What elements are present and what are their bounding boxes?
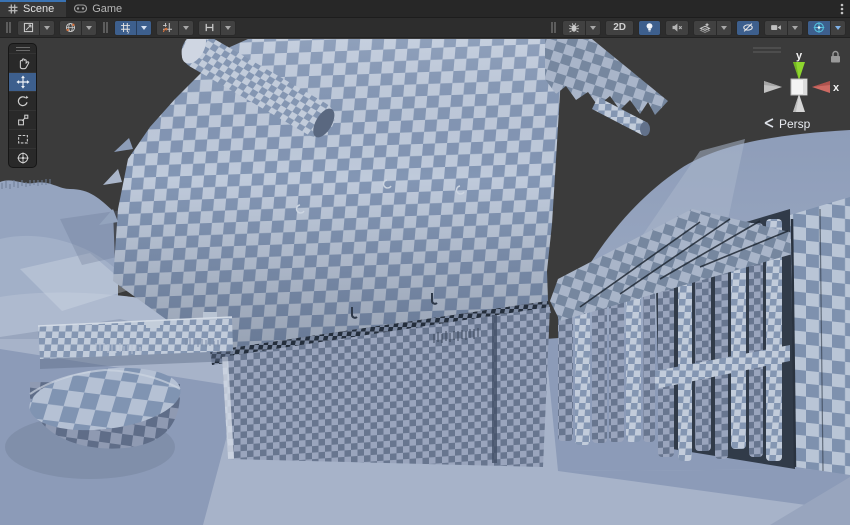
gizmo-neg-y-axis[interactable] xyxy=(793,94,805,112)
grid-icon xyxy=(8,4,18,14)
gizmo-cube[interactable] xyxy=(791,79,807,95)
snap-increment-caret[interactable] xyxy=(178,21,193,35)
debug-mode-caret[interactable] xyxy=(585,21,600,35)
lock-icon[interactable] xyxy=(831,52,840,63)
snap-bars-icon[interactable] xyxy=(199,21,220,35)
svg-text:y: y xyxy=(127,30,130,34)
scene-visibility-button[interactable] xyxy=(736,20,760,36)
overlay-drag-handle[interactable] xyxy=(551,22,556,33)
gizmo-y-axis[interactable]: y xyxy=(793,50,805,80)
persp-arrow-icon xyxy=(765,119,773,127)
overlay-drag-handle[interactable] xyxy=(103,22,108,33)
scale-arrow-icon xyxy=(16,113,30,127)
draw-mode-button[interactable] xyxy=(17,20,55,36)
audio-button[interactable] xyxy=(665,20,689,36)
tab-label: Game xyxy=(92,3,122,15)
grid-visibility-caret[interactable] xyxy=(136,21,151,35)
camera-settings-caret[interactable] xyxy=(787,21,802,35)
transform-tool-button[interactable] xyxy=(9,148,36,167)
move-tool-button[interactable] xyxy=(9,72,36,91)
gizmo-crosshair-icon[interactable] xyxy=(808,21,830,35)
kebab-menu-icon[interactable] xyxy=(834,0,850,17)
gizmo-x-axis[interactable]: x xyxy=(812,81,840,94)
projection-toggle[interactable]: Persp xyxy=(765,117,811,131)
x-axis-label: x xyxy=(833,82,840,94)
tab-game[interactable]: Game xyxy=(66,0,134,17)
move-snap-caret[interactable] xyxy=(220,21,235,35)
tools-drag-handle[interactable] xyxy=(9,44,36,53)
gamepad-icon xyxy=(74,4,87,13)
camera-settings-button[interactable] xyxy=(764,20,803,36)
gizmo-drag-handle[interactable] xyxy=(753,48,781,52)
debug-mode-button[interactable] xyxy=(562,20,601,36)
rotate-tool-button[interactable] xyxy=(9,91,36,110)
curved-plank-wall[interactable] xyxy=(790,197,850,475)
move-arrows-icon xyxy=(16,75,30,89)
tab-label: Scene xyxy=(23,3,54,15)
tab-scene[interactable]: Scene xyxy=(0,0,66,17)
globe-icon[interactable] xyxy=(60,21,81,35)
scene-overlays-caret[interactable] xyxy=(81,21,96,35)
snap-increment-button[interactable] xyxy=(156,20,194,36)
video-camera-icon[interactable] xyxy=(765,21,787,35)
move-snap-button[interactable] xyxy=(198,20,236,36)
overlay-drag-handle[interactable] xyxy=(6,22,11,33)
scale-tool-button[interactable] xyxy=(9,110,36,129)
unity-scene-view-window: Scene Game xyxy=(0,0,850,525)
grid-axis-icon[interactable]: y xyxy=(115,21,136,35)
scene-viewport[interactable]: y x xyxy=(0,39,850,525)
lighting-button[interactable] xyxy=(638,20,661,36)
gizmos-caret[interactable] xyxy=(830,21,845,35)
scene-gizmo-overlay: y x xyxy=(741,43,846,148)
sparkle-layers-icon[interactable] xyxy=(694,21,716,35)
gizmo-neg-x-axis[interactable] xyxy=(764,81,782,93)
rect-icon xyxy=(16,132,30,146)
scene-view-toolbar: y 2D xyxy=(0,18,850,38)
mode-2d-button[interactable]: 2D xyxy=(605,20,634,36)
hand-icon xyxy=(16,56,30,70)
y-axis-label: y xyxy=(796,50,803,62)
effects-button[interactable] xyxy=(693,20,732,36)
grid-visibility-button[interactable]: y xyxy=(114,20,152,36)
eye-hidden-icon[interactable] xyxy=(737,21,759,35)
grid-snap-icon[interactable] xyxy=(157,21,178,35)
tab-bar: Scene Game xyxy=(0,0,850,18)
bug-icon[interactable] xyxy=(563,21,585,35)
tools-overlay xyxy=(8,43,37,168)
rect-tool-button[interactable] xyxy=(9,129,36,148)
gizmos-button[interactable] xyxy=(807,20,846,36)
scene-overlays-button[interactable] xyxy=(59,20,97,36)
transform-crosshair-icon xyxy=(16,151,30,165)
shaded-cube-icon[interactable] xyxy=(18,21,39,35)
draw-mode-caret[interactable] xyxy=(39,21,54,35)
light-bulb-icon[interactable] xyxy=(639,21,660,35)
effects-caret[interactable] xyxy=(716,21,731,35)
mode-2d-label: 2D xyxy=(610,22,629,33)
scene-render xyxy=(0,39,850,525)
speaker-muted-icon[interactable] xyxy=(666,21,688,35)
rotate-arrows-icon xyxy=(16,94,30,108)
projection-label: Persp xyxy=(779,117,811,131)
view-tool-button[interactable] xyxy=(9,53,36,72)
